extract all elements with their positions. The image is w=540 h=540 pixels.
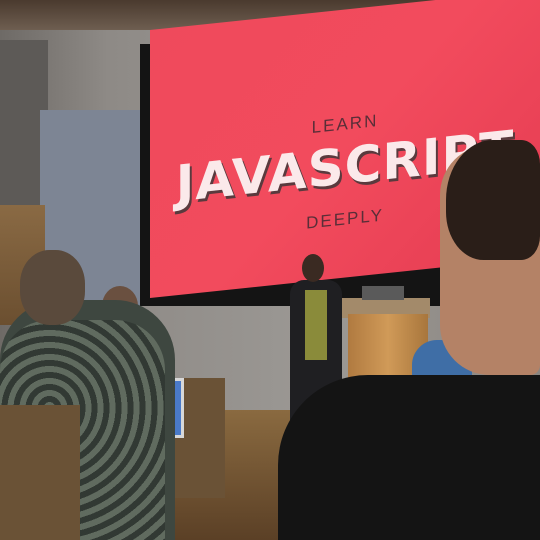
audience-member-left-head	[20, 250, 85, 325]
audience-member-right	[278, 375, 540, 540]
speaker-vest	[305, 290, 327, 360]
podium-laptop	[362, 286, 404, 300]
presentation-photo: LEARN JAVASCRIPT DEEPLY	[0, 0, 540, 540]
chair	[0, 405, 80, 540]
audience-member-right-hair	[446, 140, 540, 260]
speaker-head	[302, 254, 324, 282]
